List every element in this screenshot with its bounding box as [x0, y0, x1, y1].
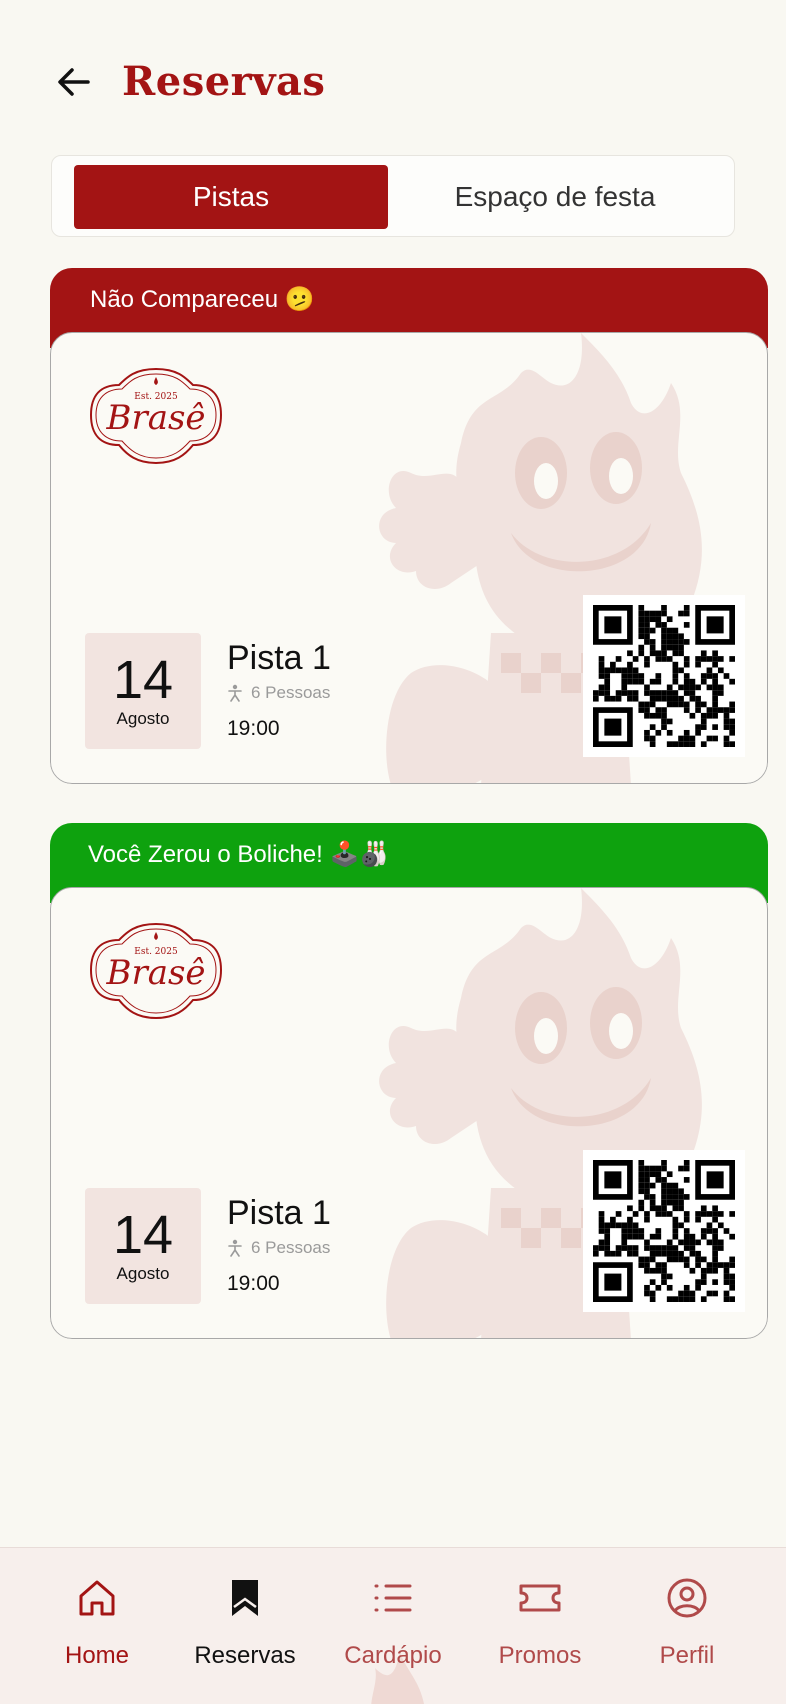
- tab-espaco-de-festa[interactable]: Espaço de festa: [388, 165, 722, 229]
- lane-name: Pista 1: [227, 1194, 331, 1232]
- people-label: 6 Pessoas: [251, 1238, 331, 1257]
- reservation-card[interactable]: Não Compareceu 🫤 Est. 2025 Brasê 14 Agos…: [50, 268, 768, 784]
- nav-home[interactable]: Home: [22, 1576, 172, 1686]
- tab-pistas[interactable]: Pistas: [74, 165, 388, 229]
- date-month: Agosto: [116, 1264, 170, 1283]
- reservation-ticket: Est. 2025 Brasê 14 Agosto Pista 1 6 Pess…: [50, 887, 768, 1339]
- nav-reservas[interactable]: Reservas: [170, 1576, 320, 1686]
- bottom-navigation: Home Reservas Cardápio Promos Perfil: [0, 1547, 786, 1704]
- person-icon: [228, 684, 242, 702]
- list-icon: [374, 1584, 412, 1612]
- reservation-card[interactable]: Você Zerou o Boliche! 🕹️🎳 Est. 2025 Bras…: [50, 823, 768, 1339]
- nav-home-label: Home: [64, 1642, 130, 1669]
- people-count: 6 Pessoas: [227, 683, 330, 703]
- reservation-time: 19:00: [227, 1272, 280, 1295]
- reservation-time: 19:00: [227, 717, 280, 740]
- date-box: 14 Agosto: [85, 633, 201, 749]
- qr-code-icon: [593, 605, 735, 747]
- people-label: 6 Pessoas: [251, 683, 331, 702]
- people-count: 6 Pessoas: [227, 1238, 330, 1258]
- reservation-type-toggle: Pistas Espaço de festa: [51, 155, 735, 237]
- page-title: Reservas: [122, 58, 326, 105]
- date-month: Agosto: [116, 709, 170, 728]
- person-icon: [228, 1239, 242, 1257]
- brase-logo: Est. 2025 Brasê: [89, 922, 223, 1020]
- nav-promos-label: Promos: [498, 1642, 582, 1669]
- nav-cardapio[interactable]: Cardápio: [318, 1576, 468, 1686]
- qr-code[interactable]: [583, 1150, 745, 1312]
- logo-brand: Brasê: [105, 398, 205, 438]
- app-header: Reservas: [0, 0, 786, 150]
- arrow-left-icon: [58, 68, 90, 96]
- reservation-ticket: Est. 2025 Brasê 14 Agosto Pista 1 6 Pess…: [50, 332, 768, 784]
- qr-code[interactable]: [583, 595, 745, 757]
- nav-reservas-label: Reservas: [194, 1642, 296, 1669]
- lane-name: Pista 1: [227, 639, 331, 677]
- bookmark-icon: [232, 1580, 258, 1616]
- date-day: 14: [112, 1205, 174, 1265]
- nav-promos[interactable]: Promos: [465, 1576, 615, 1686]
- profile-icon: [667, 1578, 707, 1618]
- nav-cardapio-label: Cardápio: [344, 1642, 442, 1669]
- brase-logo: Est. 2025 Brasê: [89, 367, 223, 465]
- date-box: 14 Agosto: [85, 1188, 201, 1304]
- back-button[interactable]: [52, 60, 96, 104]
- nav-perfil-label: Perfil: [659, 1642, 715, 1669]
- date-day: 14: [112, 650, 174, 710]
- qr-code-icon: [593, 1160, 735, 1302]
- nav-perfil[interactable]: Perfil: [612, 1576, 762, 1686]
- logo-brand: Brasê: [105, 953, 205, 993]
- home-icon: [79, 1580, 115, 1616]
- ticket-icon: [519, 1584, 561, 1612]
